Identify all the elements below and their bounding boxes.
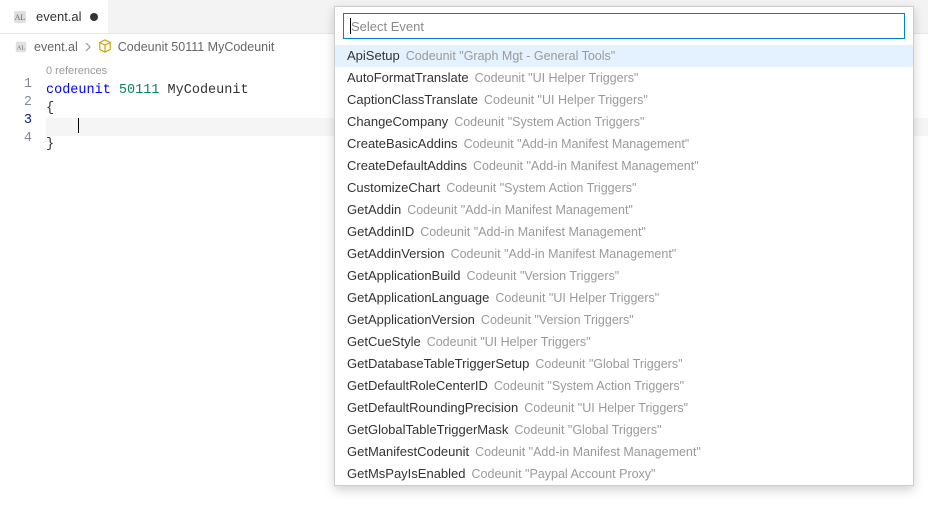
picker-item-event: GetAddinID	[347, 224, 414, 239]
picker-item-source: Codeunit "Version Triggers"	[481, 313, 634, 327]
picker-item-event: CaptionClassTranslate	[347, 92, 478, 107]
picker-item[interactable]: GetApplicationVersion Codeunit "Version T…	[335, 309, 913, 331]
picker-item-event: AutoFormatTranslate	[347, 70, 469, 85]
picker-item[interactable]: GetDefaultRoundingPrecision Codeunit "UI …	[335, 397, 913, 419]
picker-item-event: ApiSetup	[347, 48, 400, 63]
picker-item-event: CustomizeChart	[347, 180, 440, 195]
breadcrumb-file[interactable]: event.al	[34, 40, 78, 54]
picker-item-source: Codeunit "System Action Triggers"	[454, 115, 644, 129]
picker-item-event: GetAddin	[347, 202, 401, 217]
tab-label: event.al	[36, 9, 82, 24]
picker-item-event: CreateBasicAddins	[347, 136, 458, 151]
picker-item-event: GetAddinVersion	[347, 246, 445, 261]
line-number: 4	[0, 130, 32, 148]
picker-item-event: GetGlobalTableTriggerMask	[347, 422, 508, 437]
line-number: 1	[0, 76, 32, 94]
picker-item-event: GetApplicationVersion	[347, 312, 475, 327]
svg-text:AL: AL	[17, 46, 25, 52]
picker-item[interactable]: CustomizeChart Codeunit "System Action Tr…	[335, 177, 913, 199]
picker-item[interactable]: GetDefaultRoleCenterID Codeunit "System A…	[335, 375, 913, 397]
picker-item-source: Codeunit "UI Helper Triggers"	[524, 401, 688, 415]
picker-item[interactable]: CreateDefaultAddins Codeunit "Add-in Mani…	[335, 155, 913, 177]
picker-item[interactable]: GetAddinID Codeunit "Add-in Manifest Mana…	[335, 221, 913, 243]
picker-item-source: Codeunit "UI Helper Triggers"	[495, 291, 659, 305]
line-number-gutter: 1 2 3 4	[0, 62, 46, 154]
picker-item[interactable]: GetCueStyle Codeunit "UI Helper Triggers"	[335, 331, 913, 353]
picker-item[interactable]: GetApplicationBuild Codeunit "Version Tri…	[335, 265, 913, 287]
picker-item-event: GetManifestCodeunit	[347, 444, 469, 459]
picker-item-event: GetDefaultRoleCenterID	[347, 378, 488, 393]
svg-text:AL: AL	[15, 13, 26, 22]
picker-item-event: GetCueStyle	[347, 334, 421, 349]
picker-item-source: Codeunit "System Action Triggers"	[446, 181, 636, 195]
picker-list: ApiSetup Codeunit "Graph Mgt - General To…	[335, 45, 913, 485]
picker-item-source: Codeunit "Paypal Account Proxy"	[472, 467, 656, 481]
picker-item[interactable]: CaptionClassTranslate Codeunit "UI Helper…	[335, 89, 913, 111]
quick-picker: Select Event ApiSetup Codeunit "Graph Mgt…	[334, 6, 914, 486]
picker-item[interactable]: ApiSetup Codeunit "Graph Mgt - General To…	[335, 45, 913, 67]
chevron-right-icon	[84, 40, 92, 54]
al-file-icon: AL	[12, 9, 28, 25]
picker-item-event: GetDefaultRoundingPrecision	[347, 400, 518, 415]
breadcrumb-symbol[interactable]: Codeunit 50111 MyCodeunit	[118, 40, 275, 54]
picker-item[interactable]: ChangeCompany Codeunit "System Action Tri…	[335, 111, 913, 133]
line-number: 3	[0, 112, 32, 130]
line-number: 2	[0, 94, 32, 112]
picker-item-source: Codeunit "UI Helper Triggers"	[427, 335, 591, 349]
picker-item-source: Codeunit "Global Triggers"	[535, 357, 682, 371]
picker-item[interactable]: GetDatabaseTableTriggerSetup Codeunit "Gl…	[335, 353, 913, 375]
picker-item-source: Codeunit "UI Helper Triggers"	[475, 71, 639, 85]
picker-item-source: Codeunit "Global Triggers"	[514, 423, 661, 437]
picker-placeholder: Select Event	[351, 19, 424, 34]
picker-input[interactable]: Select Event	[343, 13, 905, 39]
picker-item-event: CreateDefaultAddins	[347, 158, 467, 173]
picker-item-source: Codeunit "UI Helper Triggers"	[484, 93, 648, 107]
picker-item[interactable]: CreateBasicAddins Codeunit "Add-in Manife…	[335, 133, 913, 155]
al-file-icon: AL	[14, 40, 28, 54]
picker-item[interactable]: GetMsPayIsEnabled Codeunit "Paypal Accoun…	[335, 463, 913, 485]
picker-item-source: Codeunit "Graph Mgt - General Tools"	[406, 49, 615, 63]
picker-item-event: GetApplicationLanguage	[347, 290, 489, 305]
picker-item-source: Codeunit "Version Triggers"	[466, 269, 619, 283]
text-cursor-icon	[78, 118, 79, 133]
picker-item-source: Codeunit "Add-in Manifest Management"	[407, 203, 633, 217]
picker-item-source: Codeunit "Add-in Manifest Management"	[420, 225, 646, 239]
picker-item-event: GetMsPayIsEnabled	[347, 466, 466, 481]
picker-item-source: Codeunit "Add-in Manifest Management"	[473, 159, 699, 173]
picker-item-event: GetDatabaseTableTriggerSetup	[347, 356, 529, 371]
picker-item-source: Codeunit "Add-in Manifest Management"	[475, 445, 701, 459]
dirty-indicator-icon	[90, 13, 98, 21]
picker-item-event: ChangeCompany	[347, 114, 448, 129]
picker-item[interactable]: GetGlobalTableTriggerMask Codeunit "Globa…	[335, 419, 913, 441]
tab-event-al[interactable]: AL event.al	[0, 0, 108, 33]
picker-item[interactable]: GetAddinVersion Codeunit "Add-in Manifest…	[335, 243, 913, 265]
picker-item-source: Codeunit "Add-in Manifest Management"	[464, 137, 690, 151]
picker-item[interactable]: GetManifestCodeunit Codeunit "Add-in Mani…	[335, 441, 913, 463]
picker-item-source: Codeunit "System Action Triggers"	[494, 379, 684, 393]
picker-item-event: GetApplicationBuild	[347, 268, 460, 283]
picker-item-source: Codeunit "Add-in Manifest Management"	[451, 247, 677, 261]
picker-item[interactable]: GetAddin Codeunit "Add-in Manifest Manage…	[335, 199, 913, 221]
picker-item[interactable]: AutoFormatTranslate Codeunit "UI Helper T…	[335, 67, 913, 89]
picker-item[interactable]: GetApplicationLanguage Codeunit "UI Helpe…	[335, 287, 913, 309]
codeunit-icon	[98, 39, 112, 56]
